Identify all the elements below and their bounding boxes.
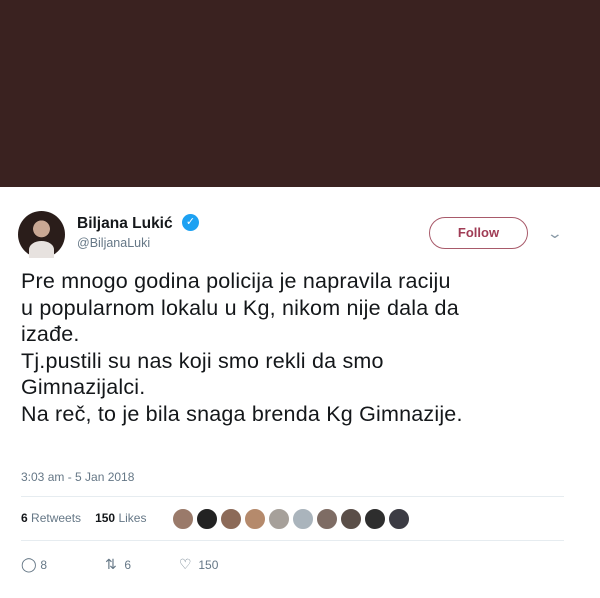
divider: [21, 540, 564, 541]
verified-badge-icon: ✓: [182, 214, 199, 231]
reply-count: 8: [40, 558, 48, 572]
follow-button[interactable]: Follow: [429, 217, 528, 249]
reply-button[interactable]: ◯ 8: [21, 556, 47, 573]
author-name[interactable]: Biljana Lukić: [77, 215, 173, 233]
liker-avatar[interactable]: [340, 508, 362, 530]
tweet-text: Pre mnogo godina policija je napravila r…: [21, 269, 463, 426]
liker-avatar[interactable]: [172, 508, 194, 530]
profile-banner: [0, 0, 600, 187]
like-action-count: 150: [198, 558, 219, 572]
retweets-count[interactable]: 6: [21, 511, 28, 525]
tweet-stats: 6 Retweets 150 Likes: [21, 511, 146, 525]
avatar[interactable]: [18, 211, 65, 258]
liker-avatar[interactable]: [196, 508, 218, 530]
liker-avatar[interactable]: [244, 508, 266, 530]
divider: [21, 496, 564, 497]
retweet-action-count: 6: [124, 558, 132, 572]
likes-count[interactable]: 150: [95, 511, 115, 525]
like-button[interactable]: ♡ 150: [179, 556, 218, 573]
liker-avatar[interactable]: [388, 508, 410, 530]
author-handle[interactable]: @BiljanaLuki: [77, 236, 150, 250]
likes-label[interactable]: Likes: [118, 511, 146, 525]
liker-avatar[interactable]: [292, 508, 314, 530]
heart-icon: ♡: [179, 556, 192, 572]
liker-avatar[interactable]: [220, 508, 242, 530]
retweets-label[interactable]: Retweets: [31, 511, 81, 525]
reply-icon: ◯: [21, 556, 37, 572]
tweet-timestamp[interactable]: 3:03 am - 5 Jan 2018: [21, 470, 134, 484]
retweet-button[interactable]: ⇅ 6: [105, 556, 131, 573]
chevron-down-icon[interactable]: ⌄: [547, 225, 563, 242]
liker-avatar[interactable]: [316, 508, 338, 530]
retweet-icon: ⇅: [105, 556, 117, 572]
liker-avatar[interactable]: [268, 508, 290, 530]
liker-avatar[interactable]: [364, 508, 386, 530]
